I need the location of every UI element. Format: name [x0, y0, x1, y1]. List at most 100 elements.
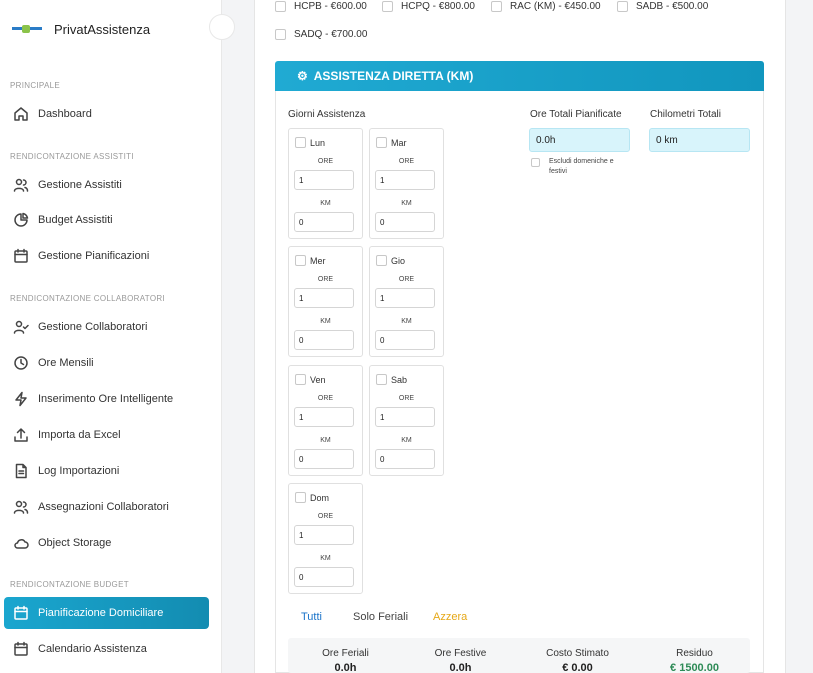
km-input[interactable]: 0: [294, 330, 354, 350]
checkbox[interactable]: [376, 137, 387, 148]
day-card-ven: Ven ORE 1 KM 0: [288, 365, 363, 476]
zap-icon: [12, 390, 30, 408]
service-option-sadb[interactable]: SADB - €500.00: [617, 1, 708, 12]
section-title-collaboratori: RENDICONTAZIONE COLLABORATORI: [10, 294, 165, 303]
section-title-principale: PRINCIPALE: [10, 81, 60, 90]
km-input[interactable]: 0: [375, 449, 435, 469]
day-toggle[interactable]: Mer: [295, 255, 326, 266]
checkbox[interactable]: [376, 255, 387, 266]
service-option-rac[interactable]: RAC (KM) - €450.00: [491, 1, 601, 12]
km-input[interactable]: 0: [294, 212, 354, 232]
sidebar-item-gestione-pianificazioni[interactable]: Gestione Pianificazioni: [4, 240, 209, 272]
service-label: HCPQ - €800.00: [401, 1, 475, 12]
km-input[interactable]: 0: [375, 330, 435, 350]
sidebar-item-label: Gestione Collaboratori: [38, 321, 148, 333]
checkbox[interactable]: [491, 1, 502, 12]
sidebar-item-label: Log Importazioni: [38, 465, 120, 477]
sidebar-item-object-storage[interactable]: Object Storage: [4, 527, 209, 559]
brand[interactable]: PrivatAssistenza: [12, 20, 150, 38]
sidebar-collapse-button[interactable]: [209, 14, 235, 40]
solo-feriali-button[interactable]: Solo Feriali: [353, 611, 408, 623]
checkbox[interactable]: [295, 492, 306, 503]
tutti-button[interactable]: Tutti: [301, 611, 322, 623]
brand-logo: [12, 25, 42, 33]
escludi-festivi-option[interactable]: Escludi domeniche e festivi: [531, 157, 614, 177]
sidebar-item-label: Dashboard: [38, 108, 92, 120]
ore-input[interactable]: 1: [294, 288, 354, 308]
km-caption: KM: [401, 437, 412, 444]
sidebar-item-log-importazioni[interactable]: Log Importazioni: [4, 455, 209, 487]
ore-input[interactable]: 1: [375, 288, 435, 308]
file-text-icon: [12, 462, 30, 480]
km-caption: KM: [401, 318, 412, 325]
summary-label: Ore Festive: [434, 648, 487, 659]
day-name: Ven: [310, 374, 326, 385]
ore-totali-field: 0.0h: [529, 128, 630, 152]
ore-caption: ORE: [398, 395, 415, 402]
checkbox[interactable]: [275, 29, 286, 40]
sidebar-item-gestione-collaboratori[interactable]: Gestione Collaboratori: [4, 311, 209, 343]
azzera-button[interactable]: Azzera: [433, 611, 467, 623]
sidebar-item-label: Budget Assistiti: [38, 214, 113, 226]
sidebar-item-label: Object Storage: [38, 537, 112, 549]
sidebar-item-assegnazioni[interactable]: Assegnazioni Collaboratori: [4, 491, 209, 523]
escludi-label: Escludi domeniche e festivi: [549, 157, 614, 177]
sidebar-item-dashboard[interactable]: Dashboard: [4, 98, 209, 130]
day-toggle[interactable]: Lun: [295, 137, 325, 148]
km-totali-field: 0 km: [649, 128, 750, 152]
sidebar-item-gestione-assistiti[interactable]: Gestione Assistiti: [4, 169, 209, 201]
panel-title: ASSISTENZA DIRETTA (KM): [313, 69, 474, 83]
ore-input[interactable]: 1: [375, 407, 435, 427]
summary-label: Costo Stimato: [546, 648, 609, 659]
sidebar-item-label: Calendario Assistenza: [38, 643, 147, 655]
day-toggle[interactable]: Dom: [295, 492, 329, 503]
day-card-mar: Mar ORE 1 KM 0: [369, 128, 444, 239]
summary-value: € 1500.00: [670, 662, 719, 673]
service-label: SADB - €500.00: [636, 1, 709, 12]
app-name: PrivatAssistenza: [54, 21, 151, 37]
sidebar: PrivatAssistenza PRINCIPALE Dashboard RE…: [0, 0, 222, 673]
sidebar-item-calendario-assistenza[interactable]: Calendario Assistenza: [4, 633, 209, 665]
day-toggle[interactable]: Sab: [376, 374, 407, 385]
sidebar-item-ore-mensili[interactable]: Ore Mensili: [4, 347, 209, 379]
checkbox[interactable]: [295, 137, 306, 148]
service-option-hcpq[interactable]: HCPQ - €800.00: [382, 1, 475, 12]
sidebar-item-label: Gestione Pianificazioni: [38, 250, 150, 262]
day-toggle[interactable]: Gio: [376, 255, 405, 266]
checkbox[interactable]: [295, 374, 306, 385]
ore-input[interactable]: 1: [294, 525, 354, 545]
day-name: Mar: [391, 137, 407, 148]
summary-ore-feriali: Ore Feriali 0.0h: [288, 638, 403, 673]
km-input[interactable]: 0: [294, 567, 354, 587]
day-toggle[interactable]: Mar: [376, 137, 407, 148]
km-caption: KM: [320, 555, 331, 562]
km-caption: KM: [320, 200, 331, 207]
ore-input[interactable]: 1: [375, 170, 435, 190]
km-totali-label: Chilometri Totali: [650, 109, 721, 120]
checkbox[interactable]: [295, 255, 306, 266]
service-option-sadq[interactable]: SADQ - €700.00: [275, 29, 367, 40]
ore-input[interactable]: 1: [294, 407, 354, 427]
checkbox[interactable]: [376, 374, 387, 385]
ore-input[interactable]: 1: [294, 170, 354, 190]
km-caption: KM: [401, 200, 412, 207]
km-input[interactable]: 0: [294, 449, 354, 469]
sidebar-item-pianificazione-domiciliare[interactable]: Pianificazione Domiciliare: [4, 597, 209, 629]
users-icon: [12, 176, 30, 194]
day-name: Sab: [391, 374, 408, 385]
checkbox[interactable]: [275, 1, 286, 12]
summary-value: 0.0h: [334, 662, 357, 673]
ore-caption: ORE: [317, 395, 334, 402]
service-option-hcpb[interactable]: HCPB - €600.00: [275, 1, 367, 12]
checkbox[interactable]: [382, 1, 393, 12]
sidebar-item-budget-assistiti[interactable]: Budget Assistiti: [4, 204, 209, 236]
checkbox[interactable]: [531, 158, 540, 167]
sidebar-item-inserimento-ore[interactable]: Inserimento Ore Intelligente: [4, 383, 209, 415]
km-input[interactable]: 0: [375, 212, 435, 232]
section-title-assistiti: RENDICONTAZIONE ASSISTITI: [10, 152, 134, 161]
clock-icon: [12, 354, 30, 372]
day-toggle[interactable]: Ven: [295, 374, 326, 385]
summary-label: Ore Feriali: [322, 648, 369, 659]
sidebar-item-importa-excel[interactable]: Importa da Excel: [4, 419, 209, 451]
checkbox[interactable]: [617, 1, 628, 12]
